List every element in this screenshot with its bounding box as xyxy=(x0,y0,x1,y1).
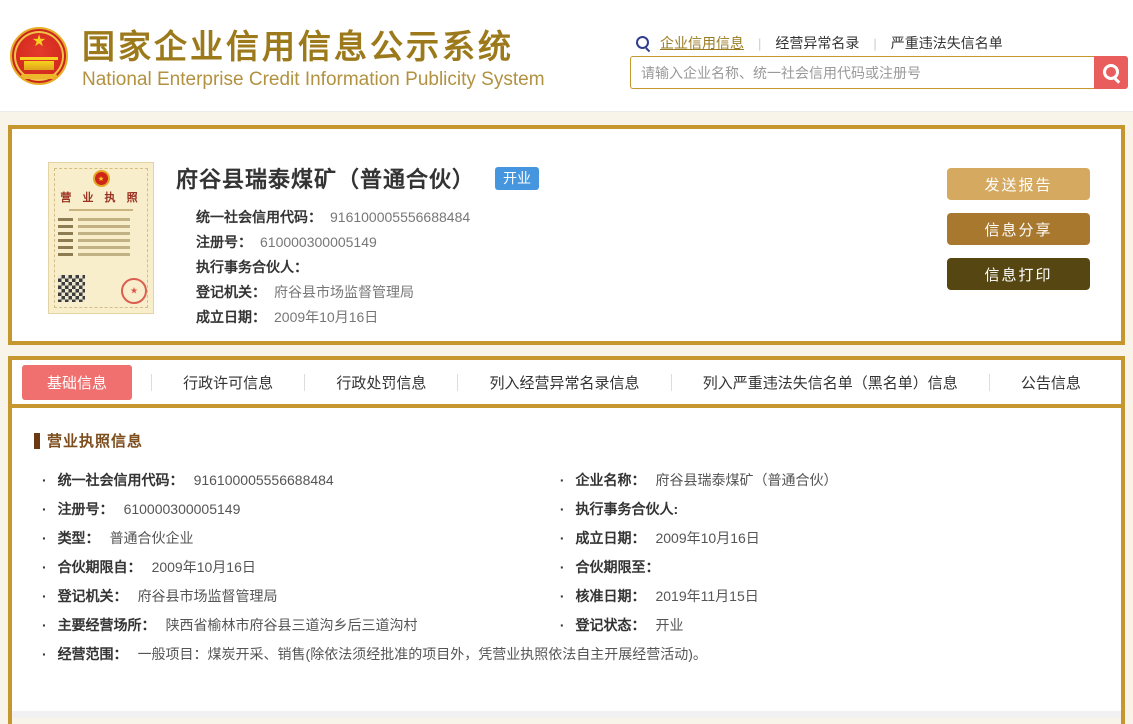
info-registration-number: 注册号：610000300005149 xyxy=(42,495,560,524)
search-input[interactable] xyxy=(630,56,1094,89)
site-title-block: 国家企业信用信息公示系统 National Enterprise Credit … xyxy=(82,27,545,91)
info-company-type: 类型：普通合伙企业 xyxy=(42,524,560,553)
info-company-name: 企业名称：府谷县瑞泰煤矿（普通合伙） xyxy=(560,466,1078,495)
info-business-scope: 经营范围：一般项目：煤炭开采、销售(除依法须经批准的项目外，凭营业执照依法自主开… xyxy=(42,640,1099,669)
tab-announcements[interactable]: 公告信息 xyxy=(1009,365,1093,400)
print-info-button[interactable]: 信息打印 xyxy=(947,258,1090,290)
nav-link-serious-violations[interactable]: 严重违法失信名单 xyxy=(891,33,1003,53)
info-credit-code: 统一社会信用代码：916100005556688484 xyxy=(42,466,560,495)
company-details: 府谷县瑞泰煤矿（普通合伙） 开业 统一社会信用代码： 91610000555668… xyxy=(176,162,540,330)
field-credit-code: 统一社会信用代码： 916100005556688484 xyxy=(196,209,471,225)
section-title-bar-icon xyxy=(34,432,40,449)
tab-abnormal-operations[interactable]: 列入经营异常名录信息 xyxy=(478,365,652,400)
search-icon xyxy=(636,35,651,51)
field-establishment-date: 成立日期： 2009年10月16日 xyxy=(196,309,379,325)
info-establishment-date: 成立日期：2009年10月16日 xyxy=(560,524,1078,553)
business-license-thumbnail[interactable]: 营 业 执 照 xyxy=(48,162,154,314)
tab-divider xyxy=(988,373,990,391)
national-emblem-icon: ★ xyxy=(10,27,68,85)
site-logo: ★ 国家企业信用信息公示系统 National Enterprise Credi… xyxy=(10,27,545,91)
status-badge: 开业 xyxy=(495,166,540,190)
info-partnership-term-to: 合伙期限至： xyxy=(560,553,1078,582)
site-subtitle: National Enterprise Credit Information P… xyxy=(82,69,545,90)
page-bottom-strip xyxy=(12,718,1121,724)
site-header: ★ 国家企业信用信息公示系统 National Enterprise Credi… xyxy=(0,0,1133,112)
license-red-seal-icon xyxy=(121,278,147,304)
business-license-section: 营业执照信息 统一社会信用代码：916100005556688484 企业名称：… xyxy=(12,408,1121,669)
nav-divider: | xyxy=(758,35,762,51)
tab-serious-violations-blacklist[interactable]: 列入严重违法失信名单（黑名单）信息 xyxy=(691,365,970,400)
page: { "header": { "title_cn": "国家企业信用信息公示系统"… xyxy=(0,0,1133,724)
nav-divider: | xyxy=(873,35,877,51)
section-title-row: 营业执照信息 xyxy=(34,430,1099,451)
search-type-nav: 企业信用信息 | 经营异常名录 | 严重违法失信名单 xyxy=(636,33,1003,53)
tab-administrative-license[interactable]: 行政许可信息 xyxy=(171,365,285,400)
tab-bar: 基础信息 行政许可信息 行政处罚信息 列入经营异常名录信息 列入严重违法失信名单… xyxy=(12,360,1121,408)
page-bottom-scroll-strip xyxy=(12,711,1121,718)
share-info-button[interactable]: 信息分享 xyxy=(947,213,1090,245)
action-button-group: 发送报告 信息分享 信息打印 xyxy=(947,168,1090,290)
info-registration-status: 登记状态：开业 xyxy=(560,611,1078,640)
company-summary-card: 营 业 执 照 府谷县瑞泰煤矿（普通合伙） 开业 统一社会信用代码：916100… xyxy=(8,125,1125,345)
detail-card: 基础信息 行政许可信息 行政处罚信息 列入经营异常名录信息 列入严重违法失信名单… xyxy=(8,356,1125,724)
license-emblem-icon xyxy=(92,170,110,187)
tab-administrative-penalty[interactable]: 行政处罚信息 xyxy=(324,365,438,400)
company-field-list: 统一社会信用代码： 916100005556688484 注册号： 61000030… xyxy=(176,205,539,330)
field-registration-authority: 登记机关： 府谷县市场监督管理局 xyxy=(196,284,414,300)
nav-link-enterprise-credit[interactable]: 企业信用信息 xyxy=(660,33,744,53)
search-button[interactable] xyxy=(1094,56,1128,89)
tab-divider xyxy=(304,373,306,391)
tab-divider xyxy=(151,373,153,391)
info-registration-authority: 登记机关：府谷县市场监督管理局 xyxy=(42,582,560,611)
nav-link-abnormal-operations[interactable]: 经营异常名录 xyxy=(775,33,859,53)
license-info-grid: 统一社会信用代码：916100005556688484 企业名称：府谷县瑞泰煤矿… xyxy=(34,466,1099,669)
tab-basic-info[interactable]: 基础信息 xyxy=(22,364,133,400)
info-approval-date: 核准日期：2019年11月15日 xyxy=(560,582,1078,611)
emblem-ribbon-icon xyxy=(21,74,57,79)
tab-divider xyxy=(457,373,459,391)
emblem-gate-icon xyxy=(20,57,58,70)
field-registration-number: 注册号： 610000300005149 xyxy=(196,234,377,250)
send-report-button[interactable]: 发送报告 xyxy=(947,168,1090,200)
search-button-icon xyxy=(1102,64,1120,81)
search-bar xyxy=(630,56,1128,89)
info-main-business-premises: 主要经营场所：陕西省榆林市府谷县三道沟乡后三道沟村 xyxy=(42,611,560,640)
info-partnership-term-from: 合伙期限自：2009年10月16日 xyxy=(42,553,560,582)
field-executive-partner: 执行事务合伙人： xyxy=(196,259,308,275)
company-name: 府谷县瑞泰煤矿（普通合伙） xyxy=(176,167,476,192)
site-title: 国家企业信用信息公示系统 xyxy=(82,28,514,65)
tab-divider xyxy=(670,373,672,391)
info-executive-partner: 执行事务合伙人: xyxy=(560,495,1078,524)
emblem-star-icon: ★ xyxy=(31,33,47,50)
section-title: 营业执照信息 xyxy=(47,433,144,450)
license-qr-code xyxy=(58,275,85,302)
